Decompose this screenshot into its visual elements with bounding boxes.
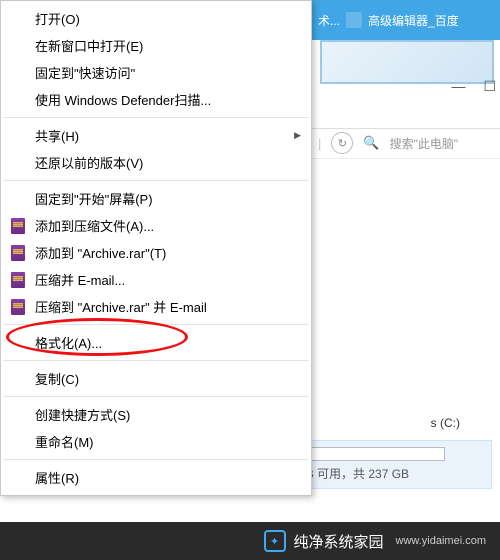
context-menu: 打开(O) 在新窗口中打开(E) 固定到"快速访问" 使用 Windows De… (0, 0, 312, 496)
menu-pin-quick-label: 固定到"快速访问" (35, 63, 135, 82)
toolbar: | ↻ 🔍 搜索"此电脑" (310, 128, 500, 159)
titlebar: 术... 高级编辑器_百度 (310, 0, 500, 40)
menu-add-archive-label: 添加到压缩文件(A)... (35, 216, 154, 235)
menu-open-new-window-label: 在新窗口中打开(E) (35, 36, 143, 55)
search-icon[interactable]: 🔍 (363, 135, 379, 151)
rar-icon (9, 244, 27, 262)
search-input[interactable]: 搜索"此电脑" (390, 135, 492, 152)
ribbon: — ☐ (310, 40, 500, 129)
menu-properties-label: 属性(R) (35, 468, 79, 487)
menu-rename-label: 重命名(M) (35, 432, 94, 451)
refresh-icon[interactable]: ↻ (331, 132, 353, 154)
menu-add-archive-rar-label: 添加到 "Archive.rar"(T) (35, 243, 166, 262)
watermark: ✦ 纯净系统家园 www.yidaimei.com (0, 522, 500, 560)
separator (3, 396, 309, 397)
menu-pin-quick-access[interactable]: 固定到"快速访问" (1, 59, 311, 86)
minimize-icon[interactable]: — (451, 78, 465, 95)
menu-share-label: 共享(H) (35, 126, 79, 145)
menu-compress-email-label: 压缩并 E-mail... (35, 270, 125, 289)
menu-restore-versions[interactable]: 还原以前的版本(V) (1, 149, 311, 176)
titlebar-text-1: 术... (318, 12, 340, 29)
toolbar-separator: | (318, 136, 321, 151)
watermark-url: www.yidaimei.com (396, 535, 486, 547)
menu-pin-start[interactable]: 固定到"开始"屏幕(P) (1, 185, 311, 212)
watermark-logo-icon: ✦ (264, 530, 286, 552)
menu-compress-email[interactable]: 压缩并 E-mail... (1, 266, 311, 293)
menu-pin-start-label: 固定到"开始"屏幕(P) (35, 189, 153, 208)
separator (3, 117, 309, 118)
menu-rename[interactable]: 重命名(M) (1, 428, 311, 455)
menu-share[interactable]: 共享(H) (1, 122, 311, 149)
menu-add-archive[interactable]: 添加到压缩文件(A)... (1, 212, 311, 239)
menu-open-label: 打开(O) (35, 9, 80, 28)
titlebar-text-2: 高级编辑器_百度 (368, 12, 459, 29)
menu-properties[interactable]: 属性(R) (1, 464, 311, 491)
app-icon (346, 12, 362, 28)
menu-format[interactable]: 格式化(A)... (1, 329, 311, 356)
watermark-brand: 纯净系统家园 (294, 531, 384, 552)
menu-copy-label: 复制(C) (35, 369, 79, 388)
separator (3, 360, 309, 361)
menu-create-shortcut[interactable]: 创建快捷方式(S) (1, 401, 311, 428)
menu-open[interactable]: 打开(O) (1, 5, 311, 32)
menu-add-archive-rar[interactable]: 添加到 "Archive.rar"(T) (1, 239, 311, 266)
menu-format-label: 格式化(A)... (35, 333, 102, 352)
menu-compress-rar-email[interactable]: 压缩到 "Archive.rar" 并 E-mail (1, 293, 311, 320)
menu-restore-label: 还原以前的版本(V) (35, 153, 143, 172)
separator (3, 459, 309, 460)
menu-defender-scan[interactable]: 使用 Windows Defender扫描... (1, 86, 311, 113)
menu-shortcut-label: 创建快捷方式(S) (35, 405, 130, 424)
menu-compress-rar-email-label: 压缩到 "Archive.rar" 并 E-mail (35, 297, 207, 316)
menu-defender-label: 使用 Windows Defender扫描... (35, 90, 211, 109)
separator (3, 324, 309, 325)
rar-icon (9, 298, 27, 316)
rar-icon (9, 271, 27, 289)
drive-label: s (C:) (431, 416, 460, 430)
separator (3, 180, 309, 181)
rar-icon (9, 217, 27, 235)
maximize-icon[interactable]: ☐ (483, 78, 496, 95)
menu-open-new-window[interactable]: 在新窗口中打开(E) (1, 32, 311, 59)
window-buttons: — ☐ (451, 78, 496, 95)
menu-copy[interactable]: 复制(C) (1, 365, 311, 392)
